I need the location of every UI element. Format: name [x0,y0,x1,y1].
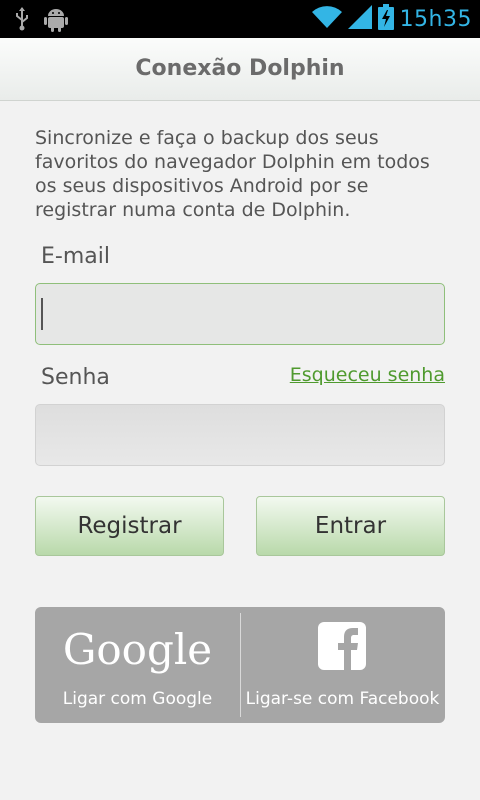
google-connect-button[interactable]: Google Ligar com Google [35,607,240,723]
status-left-icons [14,6,68,36]
battery-charging-icon [377,4,394,34]
facebook-connect-button[interactable]: Ligar-se com Facebook [240,607,445,723]
register-button[interactable]: Registrar [35,496,224,556]
text-cursor [41,298,43,330]
email-field[interactable] [35,283,445,345]
page-title: Conexão Dolphin [135,56,345,81]
usb-icon [14,7,30,35]
password-field[interactable] [35,404,445,466]
email-label: E-mail [41,244,110,269]
facebook-connect-label: Ligar-se com Facebook [245,689,440,709]
status-time: 15h35 [399,6,472,32]
status-right-icons: 15h35 [311,4,472,34]
title-bar: Conexão Dolphin [0,38,480,101]
password-label: Senha [41,365,110,390]
google-connect-label: Ligar com Google [62,689,213,709]
wifi-icon [311,5,342,33]
google-logo: Google [62,625,213,674]
login-button[interactable]: Entrar [256,496,445,556]
facebook-icon [318,622,366,670]
social-login-panel: Google Ligar com Google Ligar-se com Fac… [35,607,445,723]
android-debug-icon [44,6,68,36]
intro-text: Sincronize e faça o backup dos seus favo… [35,127,430,221]
status-bar: 15h35 [0,0,480,38]
forgot-password-link[interactable]: Esqueceu senha [290,364,445,386]
signal-icon [347,5,372,33]
